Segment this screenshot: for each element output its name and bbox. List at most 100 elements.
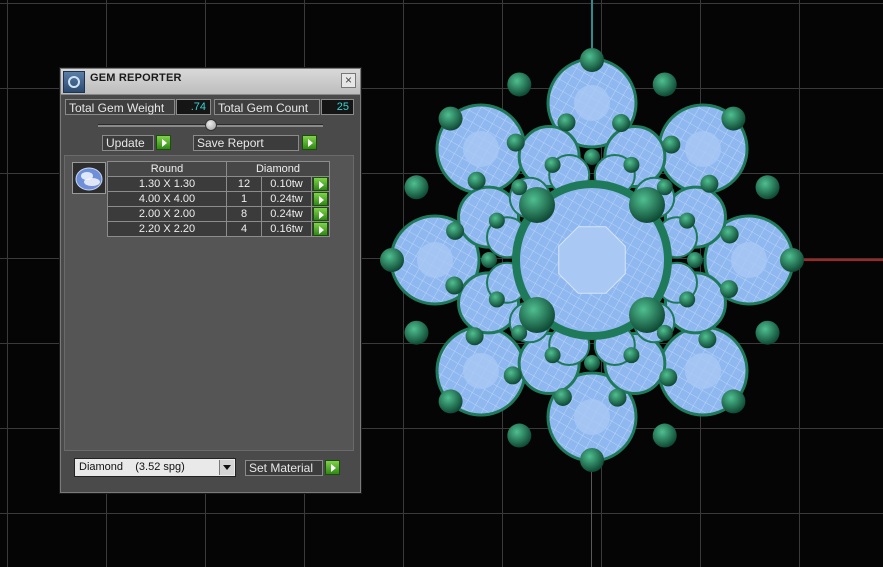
outer-prong bbox=[507, 72, 532, 97]
outer-prong bbox=[404, 320, 429, 345]
row-select-cell[interactable] bbox=[311, 206, 330, 222]
outer-prong bbox=[404, 175, 429, 200]
mid-prong bbox=[719, 280, 738, 299]
outer-prong bbox=[652, 423, 677, 448]
save-report-go-icon[interactable] bbox=[302, 135, 317, 150]
update-button[interactable]: Update bbox=[102, 135, 154, 151]
mid-prong bbox=[506, 133, 525, 152]
outer-gem-table bbox=[417, 242, 453, 278]
outer-prong bbox=[721, 106, 746, 131]
table-row[interactable]: 2.20 X 2.20 4 0.16tw bbox=[107, 221, 330, 237]
outer-prong bbox=[652, 72, 677, 97]
outer-prong bbox=[755, 320, 780, 345]
material-select-value: Diamond (3.52 spg) bbox=[79, 461, 185, 473]
row-select-cell[interactable] bbox=[311, 191, 330, 207]
gem-reporter-panel[interactable]: GEM REPORTER × Total Gem Weight .74 Tota… bbox=[60, 68, 361, 493]
outer-prong bbox=[438, 106, 463, 131]
mid-prong bbox=[698, 330, 717, 349]
row-go-icon[interactable] bbox=[313, 222, 328, 236]
inner-prong bbox=[488, 291, 505, 308]
total-gem-weight-value: .74 bbox=[176, 99, 211, 115]
row-go-icon[interactable] bbox=[313, 207, 328, 221]
gem-size: 2.20 X 2.20 bbox=[107, 221, 227, 237]
outer-prong bbox=[755, 175, 780, 200]
outer-gem-table bbox=[574, 85, 610, 121]
gem-weight: 0.10tw bbox=[261, 176, 312, 192]
inner-prong bbox=[656, 324, 673, 341]
x-axis-line bbox=[800, 259, 883, 261]
mid-prong bbox=[720, 225, 739, 244]
material-select[interactable]: Diamond (3.52 spg) bbox=[74, 458, 236, 477]
table-row[interactable]: 4.00 X 4.00 1 0.24tw bbox=[107, 191, 330, 207]
inner-prong bbox=[544, 347, 561, 364]
y-axis-lower-line bbox=[591, 460, 592, 567]
gem-count: 12 bbox=[226, 176, 262, 192]
gem-count: 4 bbox=[226, 221, 262, 237]
total-gem-count-value: 25 bbox=[321, 99, 354, 115]
mid-prong bbox=[446, 221, 465, 240]
outer-prong bbox=[580, 48, 604, 72]
mid-prong bbox=[465, 327, 484, 346]
inner-prong bbox=[623, 156, 640, 173]
inner-prong bbox=[679, 291, 696, 308]
save-report-button[interactable]: Save Report bbox=[193, 135, 299, 151]
outer-gem-table bbox=[462, 353, 499, 390]
gem-size: 4.00 X 4.00 bbox=[107, 191, 227, 207]
outer-prong bbox=[507, 423, 532, 448]
row-select-cell[interactable] bbox=[311, 221, 330, 237]
inner-prong bbox=[488, 212, 505, 229]
gem-size: 1.30 X 1.30 bbox=[107, 176, 227, 192]
panel-title: GEM REPORTER bbox=[90, 72, 182, 84]
outer-prong bbox=[780, 248, 804, 272]
inner-prong bbox=[623, 347, 640, 364]
mid-prong bbox=[445, 276, 464, 295]
row-go-icon[interactable] bbox=[313, 192, 328, 206]
inner-prong bbox=[544, 156, 561, 173]
round-gem-icon[interactable] bbox=[72, 162, 106, 194]
inner-prong bbox=[656, 179, 673, 196]
gem-size: 2.00 X 2.00 bbox=[107, 206, 227, 222]
mid-prong bbox=[612, 114, 631, 133]
title-bar[interactable]: GEM REPORTER × bbox=[61, 69, 360, 95]
total-gem-count-label: Total Gem Count bbox=[214, 99, 320, 115]
close-button[interactable]: × bbox=[341, 73, 356, 88]
gem-ring-model[interactable] bbox=[380, 48, 805, 473]
set-material-go-icon[interactable] bbox=[325, 460, 340, 475]
row-select-cell[interactable] bbox=[311, 176, 330, 192]
inner-prong bbox=[584, 149, 600, 165]
table-row[interactable]: 2.00 X 2.00 8 0.24tw bbox=[107, 206, 330, 222]
outer-prong bbox=[380, 248, 404, 272]
gem-count: 1 bbox=[226, 191, 262, 207]
table-row[interactable]: 1.30 X 1.30 12 0.10tw bbox=[107, 176, 330, 192]
outer-gem-table bbox=[685, 130, 722, 167]
gem-list-area: Round Diamond 1.30 X 1.30 12 0.10tw 4.00… bbox=[64, 155, 354, 451]
mid-prong bbox=[557, 113, 576, 132]
inner-prong bbox=[687, 252, 703, 268]
inner-prong bbox=[679, 212, 696, 229]
gem-reporter-app-icon bbox=[63, 71, 85, 93]
center-gem-table bbox=[558, 226, 626, 294]
gem-weight: 0.24tw bbox=[261, 206, 312, 222]
inner-prong bbox=[511, 179, 528, 196]
outer-gem-table bbox=[574, 399, 610, 435]
mid-prong bbox=[553, 387, 572, 406]
update-go-icon[interactable] bbox=[156, 135, 171, 150]
mid-prong bbox=[659, 368, 678, 387]
inner-prong bbox=[584, 355, 600, 371]
row-go-icon[interactable] bbox=[313, 177, 328, 191]
outer-gem-table bbox=[462, 130, 499, 167]
gem-weight: 0.16tw bbox=[261, 221, 312, 237]
gem-weight: 0.24tw bbox=[261, 191, 312, 207]
column-header-shape: Round bbox=[107, 161, 227, 177]
outer-prong bbox=[438, 389, 463, 414]
total-gem-weight-label: Total Gem Weight bbox=[65, 99, 175, 115]
set-material-button[interactable]: Set Material bbox=[245, 460, 323, 476]
outer-gem-table bbox=[685, 353, 722, 390]
outer-prong bbox=[721, 389, 746, 414]
panel-slider-handle[interactable] bbox=[205, 119, 217, 131]
mid-prong bbox=[700, 174, 719, 193]
mid-prong bbox=[662, 135, 681, 154]
inner-prong bbox=[511, 324, 528, 341]
chevron-down-icon[interactable] bbox=[219, 460, 234, 475]
outer-gem-table bbox=[731, 242, 767, 278]
